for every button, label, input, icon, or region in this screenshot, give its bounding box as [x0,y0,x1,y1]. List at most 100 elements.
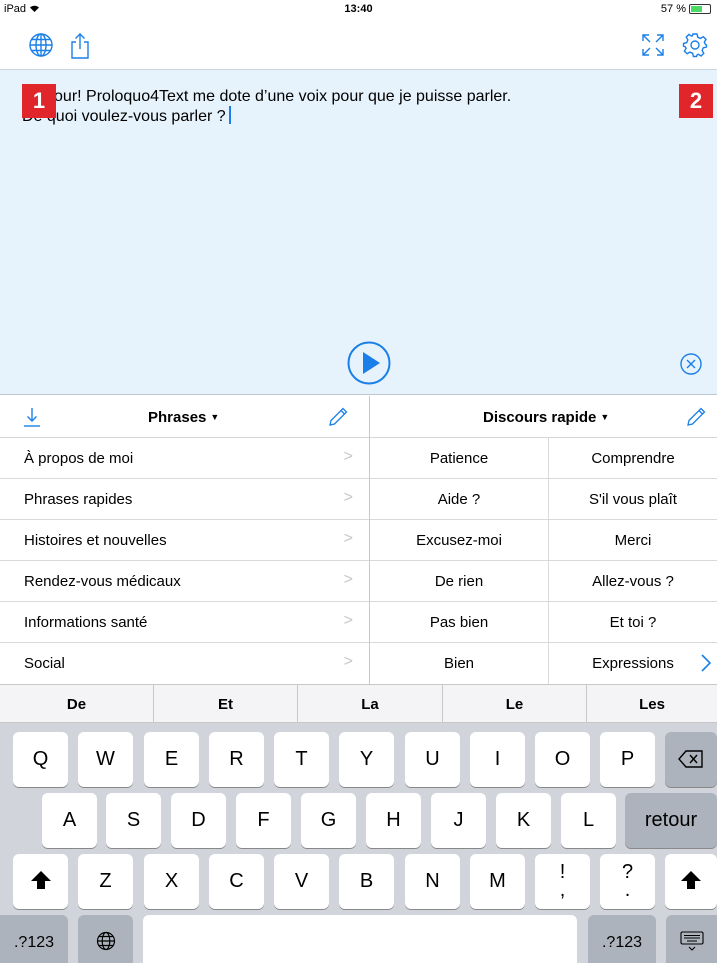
suggestion-word[interactable]: Les [587,685,717,724]
quick-speech-title: Discours rapide [483,409,597,426]
key-c[interactable]: C [209,854,264,909]
quick-phrase-button[interactable]: Allez-vous ? [549,561,717,602]
keyboard: Q W E R T Y U I O P A S D F G H J K L re… [0,723,717,963]
dismiss-keyboard-key[interactable] [666,915,717,963]
list-item[interactable]: Phrases rapides > [0,479,369,520]
chevron-right-icon: > [343,612,353,629]
text-cursor [228,106,231,124]
key-bottom-char: . [624,879,631,901]
key-question-period[interactable]: ? . [600,854,655,909]
edit-quick-speech-icon[interactable] [684,405,708,434]
annotation-badge-2: 2 [679,84,713,118]
share-icon[interactable] [68,32,96,60]
key-a[interactable]: A [42,793,97,848]
status-battery: 57 % [661,3,711,15]
quick-phrase-button[interactable]: Aide ? [370,479,548,520]
key-q[interactable]: Q [13,732,68,787]
key-o[interactable]: O [535,732,590,787]
key-p[interactable]: P [600,732,655,787]
return-key[interactable]: retour [625,793,717,848]
chevron-right-icon: > [343,653,353,670]
list-item[interactable]: À propos de moi > [0,438,369,479]
key-i[interactable]: I [470,732,525,787]
status-bar: iPad 13:40 57 % [0,0,717,20]
key-m[interactable]: M [470,854,525,909]
key-e[interactable]: E [144,732,199,787]
key-exclamation-comma[interactable]: ! , [535,854,590,909]
quick-phrase-button[interactable]: Merci [549,520,717,561]
caret-down-icon: ▼ [210,412,220,422]
key-h[interactable]: H [366,793,421,848]
suggestion-word[interactable]: Le [443,685,586,724]
shift-key-right[interactable] [665,854,717,909]
list-item[interactable]: Social > [0,643,369,684]
gear-icon[interactable] [682,32,710,60]
quick-phrase-button[interactable]: Patience [370,438,548,479]
numbers-key-right[interactable]: .?123 [588,915,656,963]
key-j[interactable]: J [431,793,486,848]
key-x[interactable]: X [144,854,199,909]
list-item[interactable]: Informations santé > [0,602,369,643]
key-w[interactable]: W [78,732,133,787]
quick-phrase-button[interactable]: De rien [370,561,548,602]
list-item-label: Rendez-vous médicaux [24,573,181,590]
phrases-dropdown[interactable]: Phrases ▼ [148,409,219,426]
list-item-label: Social [24,655,65,672]
key-z[interactable]: Z [78,854,133,909]
word-suggestion-bar: De Et La Le Les [0,684,717,724]
shift-key[interactable] [13,854,68,909]
expressions-label: Expressions [592,655,674,672]
keyboard-dismiss-icon [679,931,704,951]
suggestion-word[interactable]: De [0,685,153,724]
chevron-right-icon[interactable] [700,653,712,678]
quick-phrase-button[interactable]: Pas bien [370,602,548,643]
quick-speech-dropdown[interactable]: Discours rapide ▼ [483,409,609,426]
key-g[interactable]: G [301,793,356,848]
key-v[interactable]: V [274,854,329,909]
phrases-header: Phrases ▼ [0,396,369,438]
speech-text-area[interactable]: Bonjour! Proloquo4Text me dote d’une voi… [0,70,717,395]
key-l[interactable]: L [561,793,616,848]
speech-text: Bonjour! Proloquo4Text me dote d’une voi… [22,88,511,126]
expressions-button[interactable]: Expressions [549,643,717,684]
key-y[interactable]: Y [339,732,394,787]
key-d[interactable]: D [171,793,226,848]
list-item[interactable]: Histoires et nouvelles > [0,520,369,561]
backspace-icon [678,750,703,768]
quick-phrase-button[interactable]: Et toi ? [549,602,717,643]
key-r[interactable]: R [209,732,264,787]
expand-icon[interactable] [640,32,668,60]
backspace-key[interactable] [665,732,717,787]
keyboard-globe-key[interactable] [78,915,133,963]
list-item[interactable]: Rendez-vous médicaux > [0,561,369,602]
key-k[interactable]: K [496,793,551,848]
annotation-badge-1: 1 [22,84,56,118]
chevron-right-icon: > [343,448,353,465]
quick-speech-header: Discours rapide ▼ [370,396,717,438]
quick-phrase-button[interactable]: Comprendre [549,438,717,479]
quick-phrase-button[interactable]: Bien [370,643,548,684]
list-item-label: Informations santé [24,614,148,631]
globe-icon[interactable] [28,32,56,60]
quick-phrase-button[interactable]: Excusez-moi [370,520,548,561]
numbers-key[interactable]: .?123 [0,915,68,963]
globe-icon [96,931,115,951]
key-b[interactable]: B [339,854,394,909]
key-t[interactable]: T [274,732,329,787]
key-s[interactable]: S [106,793,161,848]
shift-icon [30,871,51,889]
key-bottom-char: , [559,879,566,901]
chevron-right-icon: > [343,530,353,547]
space-key[interactable] [143,915,577,963]
status-time: 13:40 [344,3,373,15]
edit-phrases-icon[interactable] [326,405,350,434]
quick-phrase-button[interactable]: S'il vous plaît [549,479,717,520]
play-button[interactable] [347,341,391,385]
clear-icon[interactable] [680,353,702,375]
key-f[interactable]: F [236,793,291,848]
suggestion-word[interactable]: La [298,685,442,724]
download-icon[interactable] [22,406,42,433]
key-n[interactable]: N [405,854,460,909]
key-u[interactable]: U [405,732,460,787]
suggestion-word[interactable]: Et [154,685,297,724]
